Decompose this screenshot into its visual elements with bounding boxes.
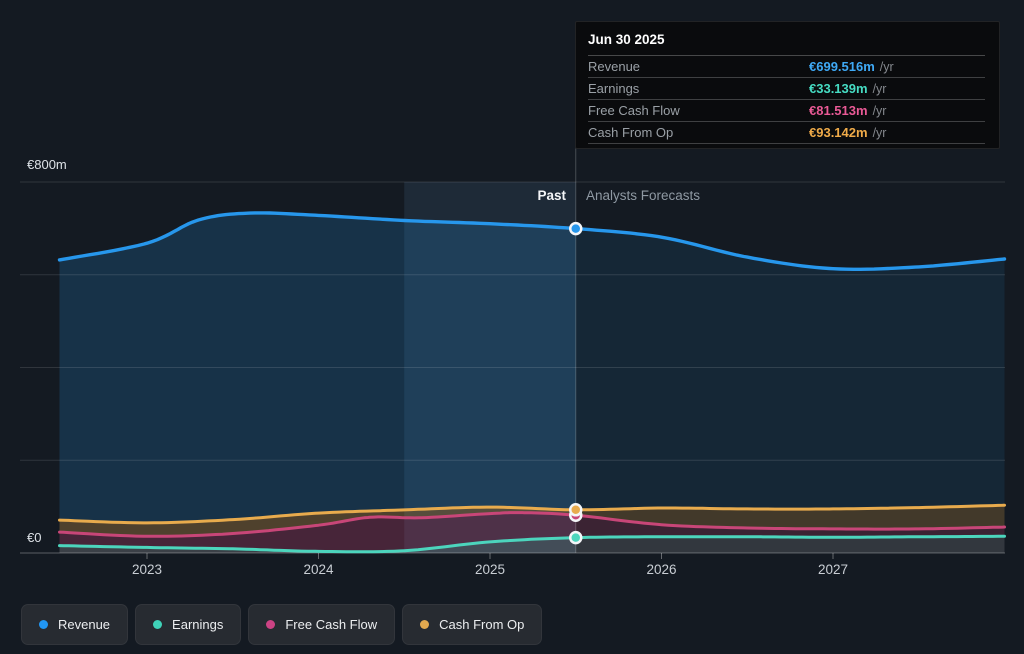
tooltip-row-earnings: Earnings €33.139m /yr xyxy=(588,78,985,100)
earnings-dot-icon xyxy=(153,620,162,629)
x-axis-label-2024: 2024 xyxy=(279,562,359,577)
analysts-forecasts-label: Analysts Forecasts xyxy=(586,188,700,203)
legend-label: Cash From Op xyxy=(439,617,524,632)
tooltip-value: €33.139m xyxy=(809,81,868,96)
tooltip-value: €81.513m xyxy=(809,103,868,118)
y-axis-label-zero: €0 xyxy=(27,530,41,545)
tooltip-unit: /yr xyxy=(873,104,887,118)
tooltip-label: Cash From Op xyxy=(588,125,809,140)
marker-earnings[interactable] xyxy=(570,532,581,543)
tooltip-row-free-cash-flow: Free Cash Flow €81.513m /yr xyxy=(588,100,985,122)
legend-item-earnings[interactable]: Earnings xyxy=(135,604,241,645)
tooltip-value: €699.516m xyxy=(809,59,875,74)
legend-item-revenue[interactable]: Revenue xyxy=(21,604,128,645)
x-axis-label-2027: 2027 xyxy=(793,562,873,577)
x-axis-label-2023: 2023 xyxy=(107,562,187,577)
tooltip-label: Revenue xyxy=(588,59,809,74)
legend-label: Free Cash Flow xyxy=(285,617,377,632)
legend-item-cash-from-op[interactable]: Cash From Op xyxy=(402,604,542,645)
legend-label: Revenue xyxy=(58,617,110,632)
tooltip-unit: /yr xyxy=(873,126,887,140)
marker-revenue[interactable] xyxy=(570,223,581,234)
legend-label: Earnings xyxy=(172,617,223,632)
tooltip-label: Earnings xyxy=(588,81,809,96)
x-axis-label-2026: 2026 xyxy=(622,562,702,577)
chart-legend: Revenue Earnings Free Cash Flow Cash Fro… xyxy=(21,604,542,645)
chart-tooltip: Jun 30 2025 Revenue €699.516m /yr Earnin… xyxy=(575,21,1000,149)
earnings-revenue-growth-chart: €800m €0 Past Analysts Forecasts 2023 20… xyxy=(0,0,1024,654)
tooltip-unit: /yr xyxy=(880,60,894,74)
tooltip-unit: /yr xyxy=(873,82,887,96)
tooltip-date: Jun 30 2025 xyxy=(588,28,985,56)
free-cash-flow-dot-icon xyxy=(266,620,275,629)
tooltip-row-cash-from-op: Cash From Op €93.142m /yr xyxy=(588,122,985,144)
tooltip-row-revenue: Revenue €699.516m /yr xyxy=(588,56,985,78)
x-axis-label-2025: 2025 xyxy=(450,562,530,577)
marker-cash-from-op[interactable] xyxy=(570,504,581,515)
cash-from-op-dot-icon xyxy=(420,620,429,629)
y-axis-label-800m: €800m xyxy=(27,157,67,172)
tooltip-label: Free Cash Flow xyxy=(588,103,809,118)
legend-item-free-cash-flow[interactable]: Free Cash Flow xyxy=(248,604,395,645)
tooltip-value: €93.142m xyxy=(809,125,868,140)
revenue-dot-icon xyxy=(39,620,48,629)
past-label: Past xyxy=(0,188,566,203)
